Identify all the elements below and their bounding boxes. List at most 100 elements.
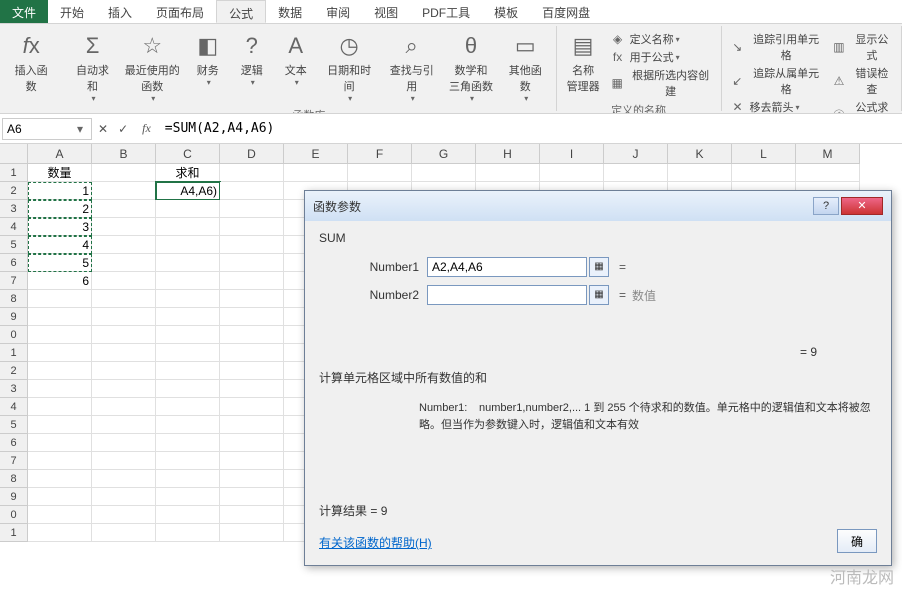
trace-dep-button[interactable]: ↙追踪从属单元格 [726, 64, 828, 98]
cell[interactable] [28, 398, 92, 416]
row-header[interactable]: 3 [0, 200, 28, 218]
cell[interactable] [220, 308, 284, 326]
cell[interactable] [220, 380, 284, 398]
cell[interactable] [156, 254, 220, 272]
row-header[interactable]: 1 [0, 524, 28, 542]
name-manager-button[interactable]: ▤名称 管理器 [561, 28, 606, 100]
row-header[interactable]: 2 [0, 362, 28, 380]
tab-home[interactable]: 开始 [48, 0, 96, 23]
cell[interactable] [604, 164, 668, 182]
cell[interactable] [92, 416, 156, 434]
row-header[interactable]: 1 [0, 164, 28, 182]
cell[interactable] [92, 344, 156, 362]
row-header[interactable]: 8 [0, 290, 28, 308]
cell[interactable] [220, 326, 284, 344]
tab-file[interactable]: 文件 [0, 0, 48, 23]
insert-function-button[interactable]: fx 插入函数 [4, 28, 58, 109]
cell[interactable] [220, 182, 284, 200]
cell[interactable] [92, 164, 156, 182]
tab-insert[interactable]: 插入 [96, 0, 144, 23]
cell[interactable]: 3 [28, 218, 92, 236]
cell[interactable] [220, 218, 284, 236]
cell[interactable] [156, 380, 220, 398]
row-header[interactable]: 5 [0, 416, 28, 434]
cell[interactable] [92, 236, 156, 254]
row-header[interactable]: 8 [0, 470, 28, 488]
col-header[interactable]: K [668, 144, 732, 164]
cell[interactable]: 5 [28, 254, 92, 272]
cell[interactable] [156, 416, 220, 434]
datetime-button[interactable]: ◷日期和时间▾ [318, 28, 381, 105]
cell[interactable] [220, 362, 284, 380]
cell[interactable] [28, 308, 92, 326]
logical-button[interactable]: ?逻辑▾ [230, 28, 274, 105]
cell[interactable] [28, 344, 92, 362]
cell[interactable] [28, 524, 92, 542]
show-formulas-button[interactable]: ▥显示公式 [827, 30, 897, 64]
cell[interactable] [156, 218, 220, 236]
cell[interactable] [156, 326, 220, 344]
row-header[interactable]: 9 [0, 488, 28, 506]
cell[interactable] [220, 164, 284, 182]
cell[interactable]: 6 [28, 272, 92, 290]
cell[interactable] [796, 164, 860, 182]
row-header[interactable]: 2 [0, 182, 28, 200]
cell[interactable] [220, 488, 284, 506]
cell[interactable] [156, 236, 220, 254]
cell[interactable] [92, 452, 156, 470]
cell[interactable] [92, 326, 156, 344]
cell[interactable] [220, 470, 284, 488]
tab-view[interactable]: 视图 [362, 0, 410, 23]
cell[interactable] [92, 470, 156, 488]
row-header[interactable]: 4 [0, 398, 28, 416]
name-box[interactable]: A6 ▾ [2, 118, 92, 140]
cell[interactable] [156, 452, 220, 470]
row-header[interactable]: 0 [0, 506, 28, 524]
tab-pdf[interactable]: PDF工具 [410, 0, 482, 23]
cell[interactable] [220, 452, 284, 470]
cell[interactable] [220, 398, 284, 416]
tab-formulas[interactable]: 公式 [216, 0, 266, 23]
cell[interactable] [92, 254, 156, 272]
col-header[interactable]: G [412, 144, 476, 164]
row-header[interactable]: 6 [0, 434, 28, 452]
arg1-collapse-button[interactable]: ▦ [589, 257, 609, 277]
cell[interactable] [92, 218, 156, 236]
cell[interactable]: 2 [28, 200, 92, 218]
cell[interactable] [540, 164, 604, 182]
col-header[interactable]: D [220, 144, 284, 164]
cell[interactable] [28, 506, 92, 524]
eval-formula-button[interactable]: ⓕ公式求值 [827, 98, 897, 114]
cell[interactable] [348, 164, 412, 182]
cell[interactable] [156, 362, 220, 380]
cell[interactable] [732, 164, 796, 182]
cell[interactable] [156, 434, 220, 452]
cell[interactable] [92, 488, 156, 506]
recent-button[interactable]: ☆最近使用的 函数▾ [119, 28, 186, 105]
cell[interactable] [28, 362, 92, 380]
cell[interactable] [28, 434, 92, 452]
cell[interactable] [92, 200, 156, 218]
cell[interactable] [156, 344, 220, 362]
cell[interactable] [92, 362, 156, 380]
row-header[interactable]: 3 [0, 380, 28, 398]
row-header[interactable]: 1 [0, 344, 28, 362]
cell[interactable] [28, 380, 92, 398]
error-check-button[interactable]: ⚠错误检查 [827, 64, 897, 98]
fx-icon[interactable]: fx [142, 121, 151, 136]
cell[interactable] [220, 524, 284, 542]
cell[interactable] [28, 326, 92, 344]
cell[interactable]: 求和 [156, 164, 220, 182]
cell[interactable] [284, 164, 348, 182]
arg2-input[interactable] [427, 285, 587, 305]
row-header[interactable]: 7 [0, 272, 28, 290]
use-formula-button[interactable]: fx用于公式▾ [606, 48, 717, 66]
col-header[interactable]: M [796, 144, 860, 164]
cell[interactable] [668, 164, 732, 182]
cell[interactable] [220, 236, 284, 254]
arg1-input[interactable] [427, 257, 587, 277]
enter-formula-button[interactable]: ✓ [118, 122, 128, 136]
cell[interactable] [156, 488, 220, 506]
dialog-help-button[interactable]: ? [813, 197, 839, 215]
cell[interactable] [92, 398, 156, 416]
